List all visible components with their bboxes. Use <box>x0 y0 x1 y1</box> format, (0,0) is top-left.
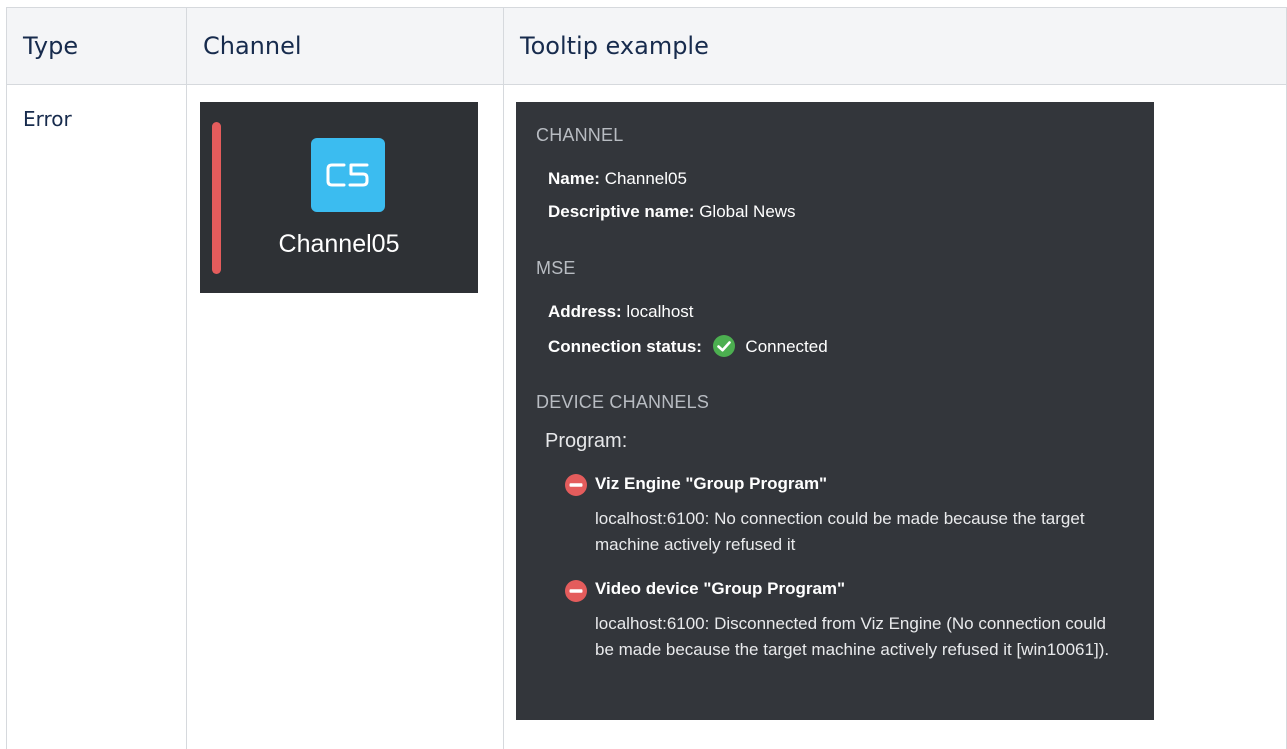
connection-status-field: Connection status: Connected <box>548 335 828 357</box>
descriptive-name-field: Descriptive name: Global News <box>548 202 796 222</box>
channel-tile[interactable]: Channel05 <box>200 102 478 293</box>
tooltip-cell: CHANNEL Name: Channel05 Descriptive name… <box>503 84 1287 749</box>
descriptive-name-label: Descriptive name: <box>548 202 695 221</box>
tooltip-panel: CHANNEL Name: Channel05 Descriptive name… <box>516 102 1154 720</box>
descriptive-name-value: Global News <box>699 202 796 221</box>
c5-glyph-icon <box>326 163 369 187</box>
channel-badge-icon <box>311 138 385 212</box>
table-header-row: Type Channel Tooltip example <box>6 7 1287 85</box>
connection-status-label: Connection status: <box>548 337 702 356</box>
type-cell: Error <box>6 84 187 749</box>
device-message-video-device: localhost:6100: Disconnected from Viz En… <box>595 614 1110 659</box>
header-tooltip-example: Tooltip example <box>503 7 1287 85</box>
name-label: Name: <box>548 169 600 188</box>
device-title-viz-engine: Viz Engine "Group Program" <box>595 474 828 493</box>
header-channel: Channel <box>186 7 504 85</box>
check-circle-icon <box>712 335 735 357</box>
header-type: Type <box>6 7 187 85</box>
address-label: Address: <box>548 302 622 321</box>
documentation-table: Type Channel Tooltip example Error Chann… <box>6 7 1287 749</box>
channel-name: Channel05 <box>278 230 400 258</box>
channel-section-heading: CHANNEL <box>536 125 624 145</box>
name-value: Channel05 <box>604 169 687 188</box>
device-channels-heading: DEVICE CHANNELS <box>536 392 710 412</box>
table-row: Error Channel05 CHANNEL Name: Channel05 … <box>6 84 1287 749</box>
error-minus-icon <box>565 474 587 496</box>
program-label: Program: <box>545 430 628 452</box>
channel-cell: Channel05 <box>186 84 504 749</box>
address-field: Address: localhost <box>548 302 694 322</box>
device-message-viz-engine: localhost:6100: No connection could be m… <box>595 509 1085 554</box>
address-value: localhost <box>626 302 694 321</box>
error-minus-icon <box>565 580 587 602</box>
connection-status-value: Connected <box>745 337 828 356</box>
channel-name-field: Name: Channel05 <box>548 169 687 189</box>
device-title-video-device: Video device "Group Program" <box>595 579 846 598</box>
mse-section-heading: MSE <box>536 258 576 278</box>
